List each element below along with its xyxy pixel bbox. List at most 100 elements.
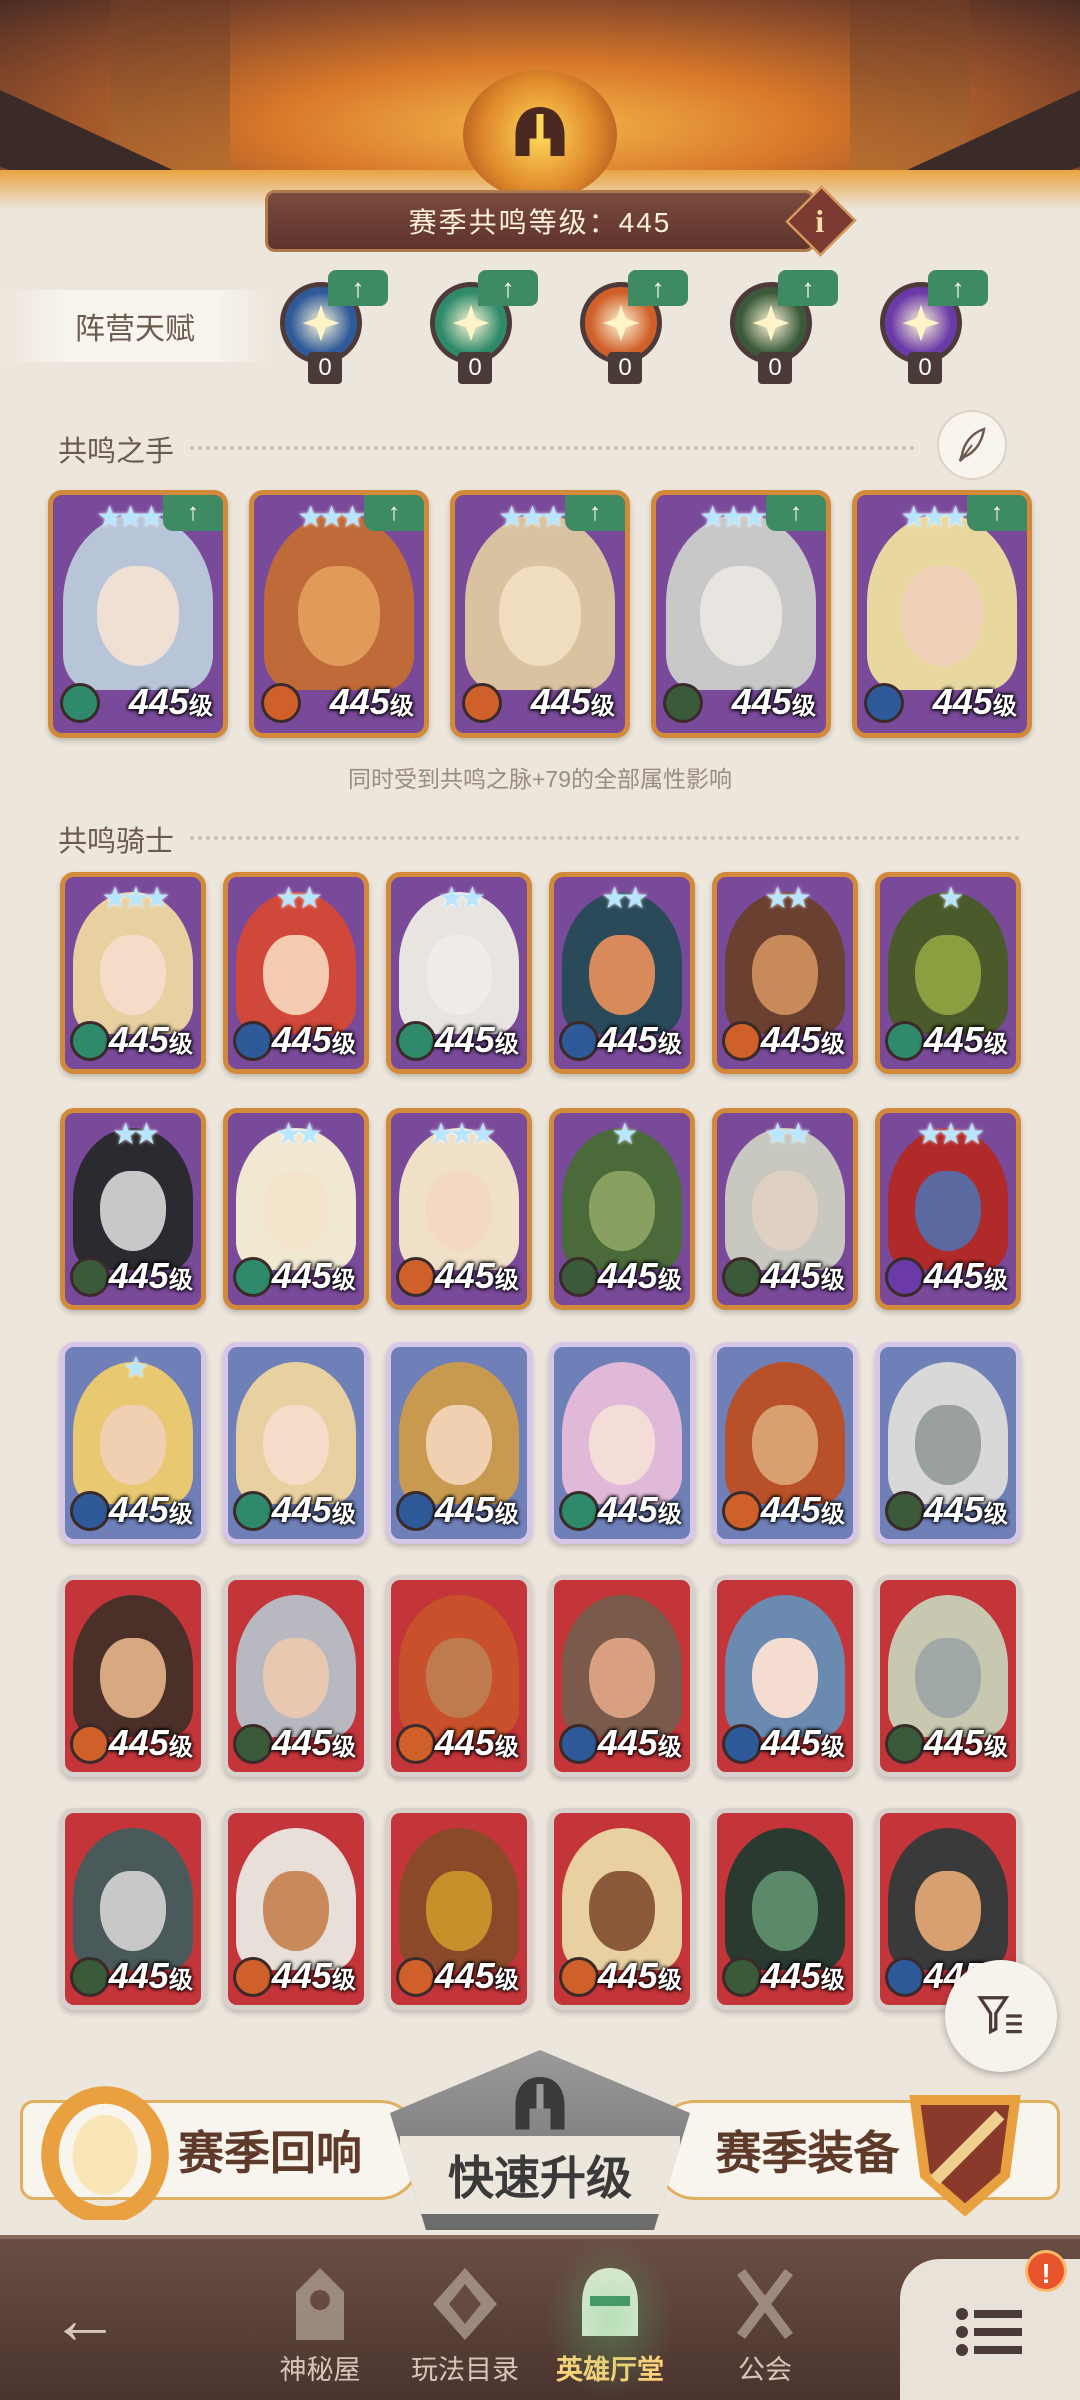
resonance-knight-card[interactable]: ★★★ 445级 xyxy=(875,1108,1021,1310)
hero-face xyxy=(499,566,581,667)
resonance-knight-card[interactable]: ★★ 445级 xyxy=(386,872,532,1074)
faction-talent-label: 阵营天赋 xyxy=(0,290,270,362)
upgrade-arrow-icon[interactable]: ↑ xyxy=(163,495,223,531)
section-divider xyxy=(190,446,915,450)
resonance-knight-card[interactable]: 445级 xyxy=(60,1575,206,1777)
star-rank-icon: ★★ xyxy=(601,881,649,915)
resonance-knight-card[interactable]: ★★★ 445级 xyxy=(60,872,206,1074)
upgrade-arrow-icon[interactable]: ↑ xyxy=(766,495,826,531)
upgrade-arrow-icon[interactable]: ↑ xyxy=(928,270,988,306)
hero-level: 445级 xyxy=(108,1489,193,1531)
faction-badge-icon xyxy=(233,1021,274,1062)
upgrade-arrow-icon[interactable]: ↑ xyxy=(478,270,538,306)
resonance-knight-card[interactable]: ★★ 445级 xyxy=(712,1108,858,1310)
star-rank-icon: ★ xyxy=(937,881,965,915)
nav-hero-hall[interactable]: 英雄厅堂 xyxy=(535,2239,685,2399)
hero-level: 445级 xyxy=(434,1255,519,1297)
resonance-hand-card[interactable]: ★★★★ 445级 ↑ xyxy=(48,490,228,738)
hero-face xyxy=(589,1637,655,1719)
hero-face xyxy=(263,1637,329,1719)
star-rank-icon: ★★ xyxy=(275,1117,323,1151)
star-rank-icon: ★★★ xyxy=(427,1117,497,1151)
hero-face xyxy=(100,1170,166,1252)
hero-level: 445级 xyxy=(108,1255,193,1297)
hero-face xyxy=(752,934,818,1016)
quill-icon xyxy=(958,427,986,462)
hero-level: 445级 xyxy=(760,1722,845,1764)
resonance-knight-card[interactable]: 445级 xyxy=(386,1342,532,1544)
quick-upgrade-button[interactable]: 快速升级 xyxy=(390,2050,690,2230)
resonance-knight-card[interactable]: 445级 xyxy=(549,1575,695,1777)
hero-level: 445级 xyxy=(760,1255,845,1297)
upgrade-arrow-icon[interactable]: ↑ xyxy=(967,495,1027,531)
resonance-hand-card[interactable]: ★★★★ 445级 ↑ xyxy=(450,490,630,738)
hero-face xyxy=(263,1404,329,1486)
hero-face xyxy=(426,1870,492,1952)
resonance-knight-card[interactable]: 445级 xyxy=(712,1575,858,1777)
resonance-knight-card[interactable]: 445级 xyxy=(712,1342,858,1544)
hero-face xyxy=(589,1870,655,1952)
upgrade-arrow-icon[interactable]: ↑ xyxy=(778,270,838,306)
back-arrow-icon[interactable]: ← xyxy=(50,2279,140,2359)
info-icon: i xyxy=(815,203,827,239)
resonance-knight-card[interactable]: ★ 445级 xyxy=(875,872,1021,1074)
upgrade-arrow-icon[interactable]: ↑ xyxy=(565,495,625,531)
faction-talent-celestial[interactable]: ↑ 0 xyxy=(870,270,988,384)
hero-level: 445级 xyxy=(597,1955,682,1997)
section-divider xyxy=(190,836,1020,840)
hero-face xyxy=(589,1404,655,1486)
quill-edit-button[interactable] xyxy=(937,410,1007,480)
faction-badge-icon xyxy=(59,683,100,724)
faction-talent-graveborn[interactable]: ↑ 0 xyxy=(720,270,838,384)
resonance-knight-card[interactable]: 445级 xyxy=(875,1575,1021,1777)
faction-talent-wilder[interactable]: ↑ 0 xyxy=(420,270,538,384)
resonance-knight-card[interactable]: ★ 445级 xyxy=(549,1108,695,1310)
faction-badge-icon xyxy=(233,1257,274,1298)
resonance-knight-card[interactable]: ★ 445级 xyxy=(60,1342,206,1544)
resonance-knight-card[interactable]: ★★ 445级 xyxy=(223,1108,369,1310)
star-rank-icon: ★★★ xyxy=(916,1117,986,1151)
resonance-knight-card[interactable]: ★★★ 445级 xyxy=(386,1108,532,1310)
hero-level: 445级 xyxy=(329,681,414,723)
faction-talent-lightbearer[interactable]: ↑ 0 xyxy=(270,270,388,384)
hero-level: 445级 xyxy=(530,681,615,723)
resonance-knight-card[interactable]: 445级 xyxy=(60,1808,206,2010)
resonance-knight-card[interactable]: 445级 xyxy=(223,1808,369,2010)
hero-face xyxy=(752,1404,818,1486)
resonance-knight-card[interactable]: 445级 xyxy=(875,1342,1021,1544)
resonance-knight-card[interactable]: 445级 xyxy=(712,1808,858,2010)
hero-face xyxy=(100,934,166,1016)
bottom-nav: ← 神秘屋 玩法目录 英雄厅堂 公会 xyxy=(0,2235,1080,2400)
upgrade-arrow-icon[interactable]: ↑ xyxy=(628,270,688,306)
season-echo-label: 赛季回响 xyxy=(178,2128,362,2179)
faction-talent-mauler[interactable]: ↑ 0 xyxy=(570,270,688,384)
resonance-hand-card[interactable]: ★★★★ 445级 ↑ xyxy=(852,490,1032,738)
nav-mystery-shop[interactable]: 神秘屋 xyxy=(245,2249,395,2399)
resonance-knight-card[interactable]: ★★ 445级 xyxy=(60,1108,206,1310)
resonance-knight-card[interactable]: 445级 xyxy=(223,1342,369,1544)
resonance-hands-title: 共鸣之手 xyxy=(58,436,175,468)
nav-guild[interactable]: 公会 xyxy=(690,2249,840,2399)
faction-talent-count: 0 xyxy=(608,352,642,384)
resonance-knight-card[interactable]: 445级 xyxy=(549,1808,695,2010)
resonance-knight-card[interactable]: 445级 xyxy=(386,1808,532,2010)
resonance-hand-card[interactable]: ★★★★ 445级 ↑ xyxy=(651,490,831,738)
hero-level: 445级 xyxy=(597,1019,682,1061)
nav-modes[interactable]: 玩法目录 xyxy=(390,2249,540,2399)
resonance-knight-card[interactable]: 445级 xyxy=(223,1575,369,1777)
resonance-knight-card[interactable]: ★★ 445级 xyxy=(549,872,695,1074)
faction-talent-count: 0 xyxy=(908,352,942,384)
resonance-knight-card[interactable]: ★★ 445级 xyxy=(712,872,858,1074)
resonance-knight-card[interactable]: ★★ 445级 xyxy=(223,872,369,1074)
faction-talent-row: 阵营天赋 ↑ 0 ↑ 0 ↑ 0 ↑ 0 ↑ 0 xyxy=(0,262,1080,384)
hero-level: 445级 xyxy=(932,681,1017,723)
resonance-knight-card[interactable]: 445级 xyxy=(549,1342,695,1544)
hero-level: 445级 xyxy=(731,681,816,723)
resonance-knight-card[interactable]: 445级 xyxy=(386,1575,532,1777)
hero-level: 445级 xyxy=(434,1722,519,1764)
resonance-hand-card[interactable]: ★★★★ 445级 ↑ xyxy=(249,490,429,738)
faction-badge-icon xyxy=(260,683,301,724)
menu-list-icon xyxy=(956,2307,1022,2356)
upgrade-arrow-icon[interactable]: ↑ xyxy=(328,270,388,306)
upgrade-arrow-icon[interactable]: ↑ xyxy=(364,495,424,531)
